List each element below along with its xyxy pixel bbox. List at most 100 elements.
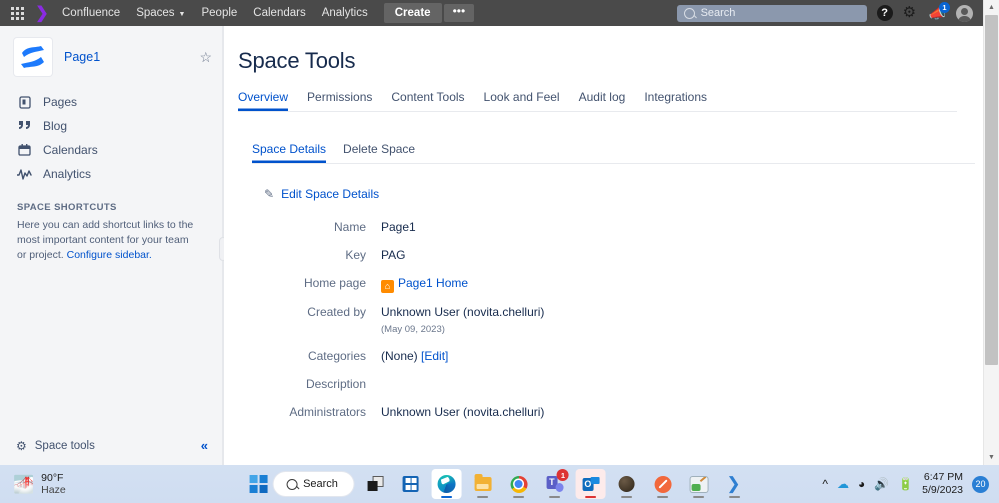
help-button[interactable]: ? (877, 5, 893, 21)
space-details-list: Name Page1 Key PAG Home page ⌂ Page1 Home… (238, 220, 957, 419)
detail-label: Key (238, 248, 381, 262)
taskbar-app-task-view[interactable] (360, 469, 390, 499)
circle-app-icon (619, 476, 635, 492)
taskbar-app-microsoft-teams[interactable]: T 1 (540, 469, 570, 499)
wifi-icon[interactable]: ◕ (858, 477, 865, 491)
haze-sun-icon: 🌁 (13, 476, 34, 493)
weather-widget[interactable]: 🌁 90°F Haze (0, 472, 66, 496)
taskbar-app-microsoft-edge[interactable] (432, 469, 462, 499)
chevron-up-icon[interactable]: ^ (822, 477, 828, 491)
sidebar-item-analytics[interactable]: Analytics (0, 162, 222, 186)
profile-button[interactable] (956, 5, 973, 22)
tab-permissions[interactable]: Permissions (307, 90, 372, 111)
global-navigation-bar: ❯ Confluence Spaces ▼ People Calendars A… (0, 0, 999, 26)
tab-overview[interactable]: Overview (238, 90, 288, 111)
star-outline-icon[interactable]: ☆ (199, 49, 212, 66)
taskbar-app-google-chrome[interactable] (504, 469, 534, 499)
more-options-button[interactable]: ••• (444, 4, 475, 22)
detail-row-key: Key PAG (238, 248, 957, 262)
sidebar-item-blog[interactable]: Blog (0, 114, 222, 138)
taskbar-app-paint[interactable] (684, 469, 714, 499)
subtab-delete-space[interactable]: Delete Space (343, 142, 415, 163)
tab-look-and-feel[interactable]: Look and Feel (484, 90, 560, 111)
battery-charging-icon[interactable]: 🔋 (898, 477, 913, 491)
running-indicator (657, 496, 668, 498)
clock-date: 5/9/2023 (922, 484, 963, 497)
subtab-space-details[interactable]: Space Details (252, 142, 326, 163)
sidebar-item-pages[interactable]: Pages (0, 90, 222, 114)
weather-condition: Haze (41, 484, 66, 496)
taskbar-search-input[interactable]: Search (273, 472, 354, 496)
tab-content-tools[interactable]: Content Tools (391, 90, 464, 111)
confluence-logo-icon[interactable]: ❯ (30, 2, 54, 24)
weather-text: 90°F Haze (41, 472, 66, 496)
nav-item-people[interactable]: People (193, 3, 245, 23)
detail-value: (None) [Edit] (381, 349, 448, 363)
space-shortcuts-heading: SPACE SHORTCUTS (0, 186, 222, 218)
taskbar-app-microsoft-outlook[interactable]: O (576, 469, 606, 499)
space-sidebar: Page1 ☆ Pages (0, 26, 222, 465)
system-tray: ^ ☁ ◕ 🔊 🔋 6:47 PM 5/9/2023 20 (822, 471, 999, 497)
home-icon: ⌂ (381, 280, 394, 293)
detail-label: Administrators (238, 405, 381, 419)
configure-sidebar-link[interactable]: Configure sidebar. (67, 249, 152, 261)
detail-label: Description (238, 377, 381, 391)
sidebar-item-calendars[interactable]: Calendars (0, 138, 222, 162)
home-page-link[interactable]: Page1 Home (398, 276, 468, 290)
detail-row-name: Name Page1 (238, 220, 957, 234)
scroll-down-arrow-icon[interactable]: ▼ (984, 450, 999, 465)
taskbar-app-microsoft-store[interactable] (396, 469, 426, 499)
app-window: ❯ Confluence Spaces ▼ People Calendars A… (0, 0, 999, 503)
speaker-icon[interactable]: 🔊 (874, 477, 889, 491)
taskbar-app-dark-app[interactable] (612, 469, 642, 499)
space-logo-svg (20, 45, 46, 69)
nav-item-spaces[interactable]: Spaces ▼ (128, 3, 193, 23)
detail-row-description: Description (238, 377, 957, 391)
detail-value: Unknown User (novita.chelluri) (381, 305, 544, 319)
taskbar-app-vs-code[interactable]: ❯ (720, 469, 750, 499)
settings-button[interactable]: ⚙ (903, 5, 919, 21)
nav-item-label: Confluence (62, 7, 120, 19)
nav-item-label: Spaces (136, 7, 174, 19)
user-avatar-icon (956, 5, 973, 22)
taskbar-app-file-explorer[interactable] (468, 469, 498, 499)
taskbar-app-pencil-app[interactable] (648, 469, 678, 499)
notification-center-badge[interactable]: 20 (972, 476, 989, 493)
page-title: Space Tools (238, 48, 957, 74)
store-icon (403, 476, 419, 492)
space-name-link[interactable]: Page1 (64, 50, 100, 64)
sidebar-item-label: Blog (43, 119, 67, 133)
notifications-button[interactable]: 📣 1 (929, 5, 946, 22)
detail-value-group: Unknown User (novita.chelluri) (May 09, … (381, 305, 544, 335)
page-scrollbar[interactable]: ▲ ▼ (983, 0, 999, 465)
pencil-circle-icon (654, 476, 671, 493)
edit-space-details-link[interactable]: ✎ Edit Space Details (264, 187, 379, 201)
notifications-badge: 1 (939, 2, 950, 13)
clock-time: 6:47 PM (924, 471, 963, 484)
create-button[interactable]: Create (384, 3, 442, 23)
scroll-up-arrow-icon[interactable]: ▲ (984, 0, 999, 15)
windows-start-icon[interactable] (249, 475, 267, 493)
detail-value: PAG (381, 248, 405, 262)
app-switcher-icon[interactable] (6, 5, 28, 21)
analytics-icon (17, 169, 32, 180)
cloud-icon[interactable]: ☁ (837, 477, 849, 491)
global-nav-right: Search ? ⚙ 📣 1 (677, 5, 999, 22)
nav-item-calendars[interactable]: Calendars (245, 3, 313, 23)
space-tools-footer-button[interactable]: ⚙ Space tools « (0, 428, 222, 465)
running-indicator (513, 496, 524, 498)
scrollbar-thumb[interactable] (985, 15, 998, 365)
collapse-sidebar-icon[interactable]: « (201, 438, 208, 453)
tab-integrations[interactable]: Integrations (644, 90, 707, 111)
detail-label: Created by (238, 305, 381, 335)
global-search-input[interactable]: Search (677, 5, 867, 22)
taskbar-clock[interactable]: 6:47 PM 5/9/2023 (922, 471, 963, 497)
running-indicator (549, 496, 560, 498)
detail-created-date: (May 09, 2023) (381, 324, 544, 335)
categories-edit-link[interactable]: [Edit] (421, 349, 448, 363)
nav-item-confluence[interactable]: Confluence (54, 3, 128, 23)
nav-item-analytics[interactable]: Analytics (314, 3, 376, 23)
tab-audit-log[interactable]: Audit log (579, 90, 626, 111)
detail-label: Home page (238, 276, 381, 291)
detail-value: Unknown User (novita.chelluri) (381, 405, 544, 419)
